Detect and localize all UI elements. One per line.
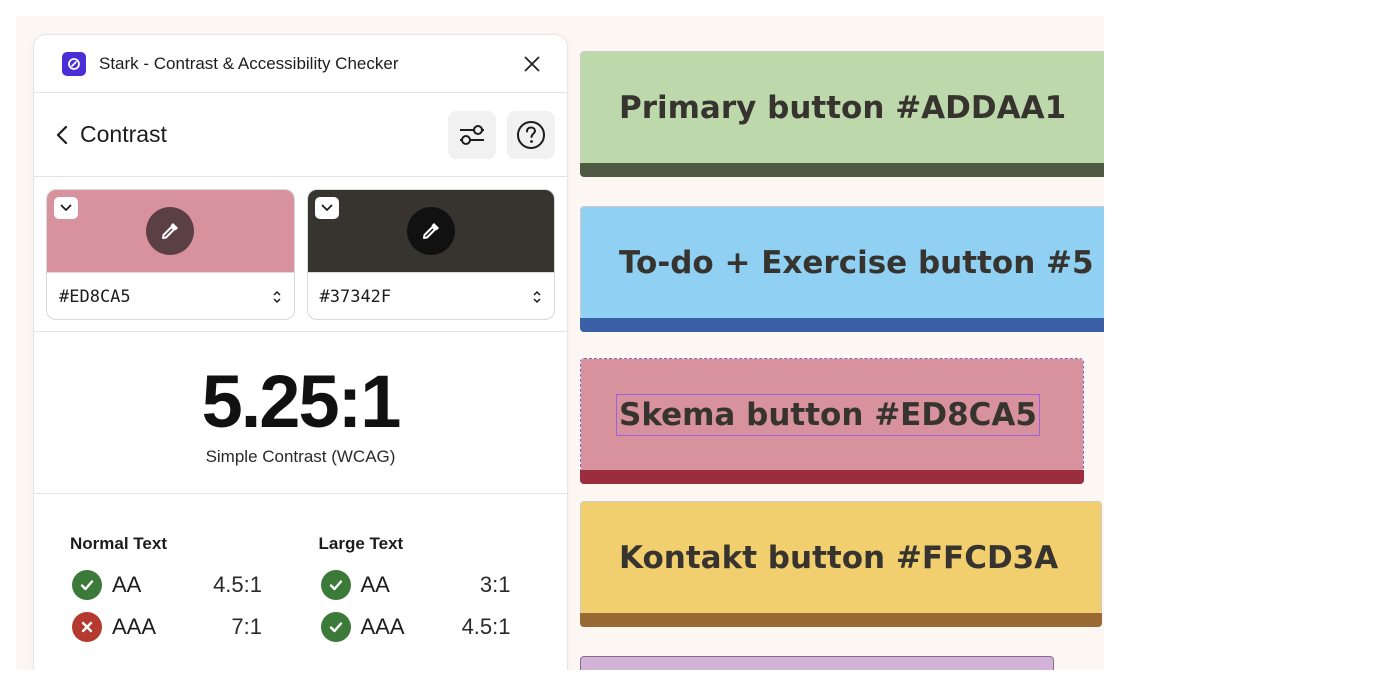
close-button[interactable]: [521, 53, 543, 75]
foreground-color-preview: [47, 190, 294, 272]
canvas-button-label[interactable]: Skema button #ED8CA5: [616, 394, 1040, 436]
wcag-results: Normal Text AA 4.5:1 AAA 7:1 Large Text …: [34, 494, 567, 648]
help-button[interactable]: [507, 110, 555, 159]
eyedropper-icon[interactable]: [419, 219, 443, 243]
result-threshold: 7:1: [231, 614, 262, 639]
background-swatch: #37342F: [306, 189, 555, 320]
page-title[interactable]: Contrast: [80, 121, 167, 148]
normal-text-results: Normal Text AA 4.5:1 AAA 7:1: [70, 534, 319, 648]
contrast-ratio-section: 5.25:1 Simple Contrast (WCAG): [34, 332, 567, 494]
button-shadow: [580, 613, 1102, 627]
canvas-button-label: To-do + Exercise button #5: [619, 245, 1094, 281]
stepper-icon[interactable]: [532, 289, 542, 305]
color-swatches: #ED8CA5 #37342F: [34, 177, 567, 332]
canvas-purple-button[interactable]: [580, 656, 1054, 670]
stepper-icon[interactable]: [272, 289, 282, 305]
cross-icon: [72, 612, 102, 642]
canvas-todo-button[interactable]: To-do + Exercise button #5: [580, 206, 1104, 332]
contrast-ratio-value: 5.25:1: [201, 359, 402, 443]
check-icon: [320, 612, 351, 642]
background-hex-value[interactable]: #37342F: [320, 287, 533, 307]
result-row: AA 4.5:1: [70, 564, 319, 606]
background-eyedropper[interactable]: [406, 207, 455, 255]
normal-text-heading: Normal Text: [70, 534, 167, 553]
background-color-preview: [307, 190, 554, 272]
result-row: AAA 4.5:1: [319, 606, 568, 648]
sliders-icon[interactable]: [458, 121, 486, 149]
foreground-toggle[interactable]: [54, 197, 78, 219]
canvas-kontakt-button[interactable]: Kontakt button #FFCD3A: [580, 501, 1102, 627]
close-icon[interactable]: [523, 55, 541, 73]
contrast-ratio-label: Simple Contrast (WCAG): [205, 446, 396, 466]
background-toggle[interactable]: [314, 197, 339, 219]
chevron-down-icon[interactable]: [321, 204, 333, 212]
background-hex-field[interactable]: #37342F: [307, 272, 554, 319]
result-level: AA: [112, 572, 142, 597]
foreground-swatch: #ED8CA5: [46, 189, 295, 320]
result-row: AAA 7:1: [70, 606, 319, 648]
result-level: AA: [360, 572, 390, 597]
result-level: AAA: [360, 614, 405, 639]
large-text-results: Large Text AA 3:1 AAA 4.5:1: [319, 534, 568, 648]
plugin-titlebar: Stark - Contrast & Accessibility Checker: [34, 35, 567, 93]
result-threshold: 3:1: [479, 572, 511, 597]
large-text-heading: Large Text: [318, 534, 404, 553]
canvas-button-label: Primary button #ADDAA1: [619, 90, 1067, 126]
result-row: AA 3:1: [319, 564, 568, 606]
result-threshold: 4.5:1: [213, 572, 262, 597]
stark-logo-icon: [62, 51, 86, 76]
stark-panel: Stark - Contrast & Accessibility Checker…: [34, 35, 567, 670]
foreground-hex-field[interactable]: #ED8CA5: [47, 272, 294, 319]
canvas-button-label: Kontakt button #FFCD3A: [619, 540, 1059, 576]
check-icon: [320, 570, 351, 600]
check-icon: [72, 570, 102, 600]
button-shadow: [580, 470, 1084, 484]
button-shadow: [580, 318, 1104, 332]
result-level: AAA: [112, 614, 157, 639]
canvas-skema-button[interactable]: Skema button #ED8CA5: [580, 358, 1084, 484]
app-title: Stark - Contrast & Accessibility Checker: [99, 53, 399, 73]
chevron-left-icon[interactable]: [56, 125, 68, 145]
contrast-header: Contrast: [34, 93, 567, 177]
help-circle-icon[interactable]: [516, 120, 546, 150]
foreground-eyedropper[interactable]: [146, 207, 195, 255]
result-threshold: 4.5:1: [461, 614, 511, 639]
canvas-primary-button[interactable]: Primary button #ADDAA1: [580, 51, 1104, 177]
back-button[interactable]: Contrast: [56, 121, 437, 148]
button-shadow: [580, 163, 1104, 177]
chevron-down-icon[interactable]: [60, 204, 72, 212]
settings-button[interactable]: [448, 110, 496, 159]
eyedropper-icon[interactable]: [158, 219, 182, 243]
design-canvas[interactable]: Primary button #ADDAA1 To-do + Exercise …: [16, 16, 1104, 670]
foreground-hex-value[interactable]: #ED8CA5: [59, 287, 272, 307]
